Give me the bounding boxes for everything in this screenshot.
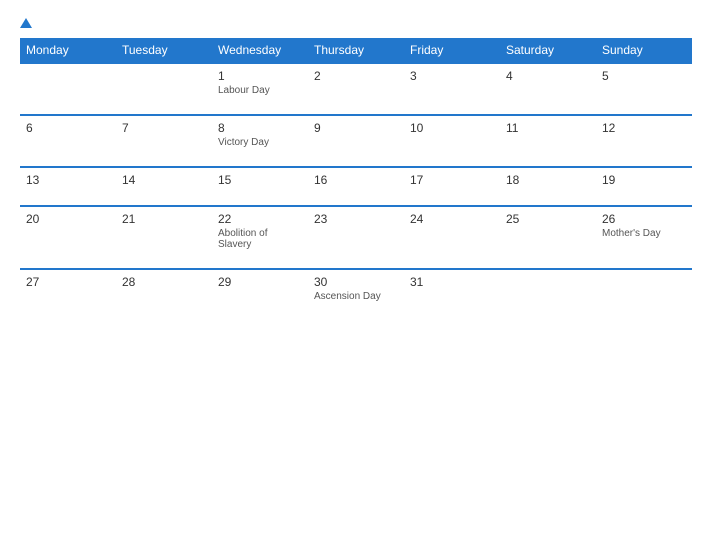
day-number: 10 [410,121,494,135]
day-number: 13 [26,173,110,187]
day-number: 4 [506,69,590,83]
calendar-cell: 26 Mother's Day [596,206,692,269]
day-header-friday: Friday [404,38,500,63]
day-number: 3 [410,69,494,83]
calendar-cell: 14 [116,167,212,206]
calendar-cell: 10 [404,115,500,167]
calendar-cell: 25 [500,206,596,269]
week-row-1: 1 Labour Day 2345 [20,63,692,115]
day-header-saturday: Saturday [500,38,596,63]
calendar-cell: 5 [596,63,692,115]
calendar-cell: 18 [500,167,596,206]
logo-blue-text [20,18,34,28]
calendar-cell [20,63,116,115]
day-number: 5 [602,69,686,83]
day-number: 26 [602,212,686,226]
day-number: 22 [218,212,302,226]
calendar-cell: 8 Victory Day [212,115,308,167]
calendar-table: MondayTuesdayWednesdayThursdayFridaySatu… [20,38,692,320]
calendar-cell: 12 [596,115,692,167]
header [20,18,692,28]
calendar-cell: 16 [308,167,404,206]
day-number: 31 [410,275,494,289]
day-header-wednesday: Wednesday [212,38,308,63]
day-number: 1 [218,69,302,83]
week-row-3: 13 14 15 16 17 18 19 [20,167,692,206]
days-header-row: MondayTuesdayWednesdayThursdayFridaySatu… [20,38,692,63]
calendar-cell: 22 Abolition of Slavery [212,206,308,269]
week-row-2: 678 Victory Day 9 10 11 12 [20,115,692,167]
calendar-cell: 21 [116,206,212,269]
day-number: 19 [602,173,686,187]
week-row-5: 27 28 29 30 Ascension Day 31 [20,269,692,320]
calendar-cell: 28 [116,269,212,320]
day-number: 17 [410,173,494,187]
calendar-cell: 20 [20,206,116,269]
logo-triangle-icon [20,18,32,28]
calendar-cell: 17 [404,167,500,206]
day-header-thursday: Thursday [308,38,404,63]
day-number: 18 [506,173,590,187]
holiday-label: Abolition of Slavery [218,228,302,250]
day-number: 2 [314,69,398,83]
day-number: 16 [314,173,398,187]
calendar-cell: 27 [20,269,116,320]
day-number: 14 [122,173,206,187]
calendar-cell [500,269,596,320]
day-number: 11 [506,121,590,135]
day-number: 28 [122,275,206,289]
day-number: 21 [122,212,206,226]
calendar-cell: 11 [500,115,596,167]
holiday-label: Labour Day [218,85,302,96]
calendar-cell [116,63,212,115]
day-number: 24 [410,212,494,226]
calendar-page: MondayTuesdayWednesdayThursdayFridaySatu… [0,0,712,550]
day-number: 15 [218,173,302,187]
day-header-sunday: Sunday [596,38,692,63]
holiday-label: Mother's Day [602,228,686,239]
week-row-4: 20 21 22 Abolition of Slavery 23 24 25 26 Mother… [20,206,692,269]
calendar-cell [596,269,692,320]
day-number: 23 [314,212,398,226]
calendar-cell: 23 [308,206,404,269]
calendar-cell: 6 [20,115,116,167]
calendar-cell: 19 [596,167,692,206]
day-number: 7 [122,121,206,135]
calendar-cell: 31 [404,269,500,320]
calendar-cell: 29 [212,269,308,320]
holiday-label: Victory Day [218,137,302,148]
day-number: 25 [506,212,590,226]
calendar-cell: 24 [404,206,500,269]
day-number: 8 [218,121,302,135]
day-number: 29 [218,275,302,289]
calendar-cell: 4 [500,63,596,115]
calendar-cell: 2 [308,63,404,115]
day-header-tuesday: Tuesday [116,38,212,63]
day-number: 6 [26,121,110,135]
day-number: 9 [314,121,398,135]
day-header-monday: Monday [20,38,116,63]
day-number: 12 [602,121,686,135]
day-number: 30 [314,275,398,289]
day-number: 27 [26,275,110,289]
logo [20,18,34,28]
calendar-cell: 3 [404,63,500,115]
calendar-cell: 30 Ascension Day [308,269,404,320]
calendar-cell: 13 [20,167,116,206]
calendar-cell: 7 [116,115,212,167]
day-number: 20 [26,212,110,226]
holiday-label: Ascension Day [314,291,398,302]
calendar-cell: 1 Labour Day [212,63,308,115]
calendar-cell: 9 [308,115,404,167]
calendar-cell: 15 [212,167,308,206]
